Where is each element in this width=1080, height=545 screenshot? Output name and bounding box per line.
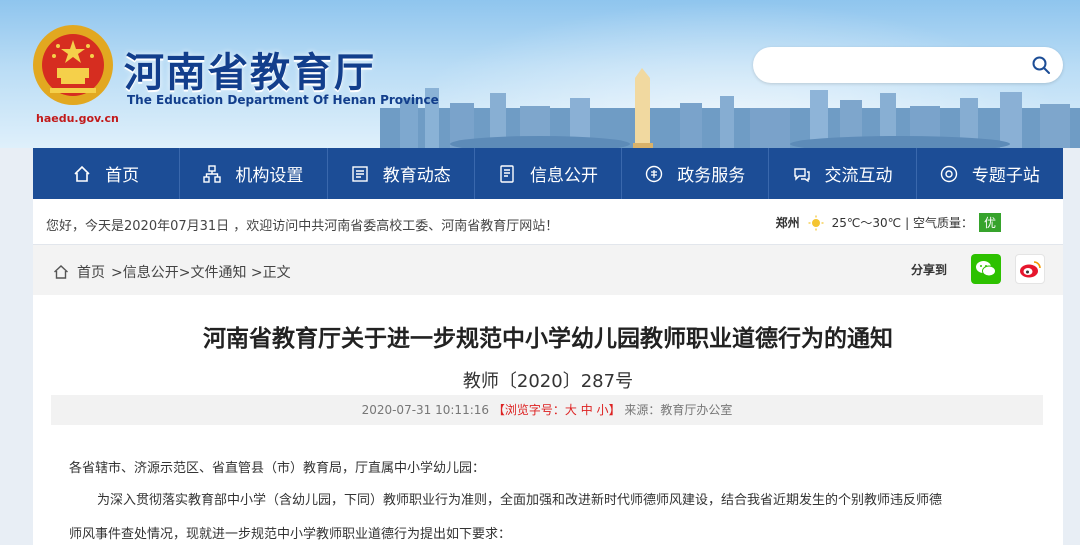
font-size-medium-button[interactable]: 中 — [581, 403, 593, 417]
nav-item-news[interactable]: 教育动态 — [328, 148, 475, 199]
nav-item-interact[interactable]: 交流互动 — [769, 148, 917, 199]
document-icon — [500, 164, 514, 183]
nav-item-label: 政务服务 — [677, 166, 746, 186]
nav-item-label: 信息公开 — [529, 166, 598, 186]
nav-item-label: 专题子站 — [971, 166, 1040, 186]
breadcrumb: 首页 >信息公开>文件通知 >正文 — [53, 262, 291, 282]
font-size-controls: 【浏览字号：大 中 小】 — [493, 403, 625, 417]
weather-temperature: 25℃～30℃ — [831, 216, 902, 230]
nav-item-topics[interactable]: 专题子站 — [917, 148, 1063, 199]
home-icon — [54, 265, 68, 279]
article-source: 来源：教育厅办公室 — [624, 403, 733, 417]
nav-item-label: 交流互动 — [824, 166, 893, 186]
national-emblem-logo — [33, 25, 113, 105]
news-icon — [352, 165, 368, 182]
site-domain: haedu.gov.cn — [36, 112, 119, 125]
org-chart-icon — [203, 164, 222, 183]
wechat-icon — [976, 261, 996, 277]
breadcrumb-home-link[interactable]: 首页 — [77, 262, 105, 282]
article-paragraph: 为深入贯彻落实教育部中小学（含幼儿园，下同）教师职业行为准则，全面加强和改进新时… — [97, 493, 943, 508]
nav-item-label: 机构设置 — [235, 166, 304, 186]
weibo-icon — [1020, 261, 1041, 278]
nav-item-home[interactable]: 首页 — [33, 148, 181, 199]
service-icon — [646, 165, 663, 182]
search-icon[interactable] — [1031, 55, 1051, 75]
chat-icon — [793, 167, 810, 182]
article-meta: 2020-07-31 10:11:16 【浏览字号：大 中 小】 来源：教育厅办… — [51, 395, 1043, 425]
article-title: 河南省教育厅关于进一步规范中小学幼儿园教师职业道德行为的通知 — [203, 326, 893, 352]
article-paragraph: 师风事件查处情况，现就进一步规范中小学教师职业道德行为提出如下要求： — [69, 527, 512, 542]
weather-widget: 郑州 25℃～30℃ | 空气质量： 优 — [776, 213, 1001, 232]
air-quality-badge: 优 — [978, 213, 1001, 232]
air-quality-label: | 空气质量： — [905, 216, 973, 230]
topic-icon — [940, 165, 958, 182]
wechat-share-button[interactable] — [971, 254, 1001, 284]
weather-city: 郑州 — [775, 216, 800, 230]
main-nav: 首页 机构设置 教育动态 信息公开 政务服务 交流互动 专题子站 — [33, 148, 1063, 199]
share-widget: 分享到 — [911, 254, 1045, 284]
nav-item-service[interactable]: 政务服务 — [622, 148, 770, 199]
search-box — [753, 47, 1063, 83]
search-input[interactable] — [769, 55, 1019, 75]
font-size-close: 】 — [608, 403, 621, 417]
sun-icon — [808, 215, 824, 230]
share-label: 分享到 — [910, 262, 947, 277]
weibo-share-button[interactable] — [1015, 254, 1045, 284]
breadcrumb-bar: 首页 >信息公开>文件通知 >正文 分享到 — [33, 245, 1063, 295]
nav-item-label: 教育动态 — [382, 166, 451, 186]
nav-item-info[interactable]: 信息公开 — [475, 148, 623, 199]
font-size-small-button[interactable]: 小 — [597, 403, 609, 417]
article-date: 2020-07-31 10:11:16 — [361, 403, 490, 417]
site-subtitle: The Education Department Of Henan Provin… — [127, 93, 439, 107]
font-size-label: 【浏览字号： — [492, 403, 565, 417]
site-header: haedu.gov.cn 河南省教育厅 The Education Depart… — [0, 0, 1080, 148]
home-icon — [74, 165, 90, 182]
article-panel: 河南省教育厅关于进一步规范中小学幼儿园教师职业道德行为的通知 教师〔2020〕2… — [33, 295, 1063, 545]
greeting-bar: 您好，今天是2020年07月31日 ，欢迎访问中共河南省委高校工委、河南省教育厅… — [33, 199, 1063, 245]
font-size-large-button[interactable]: 大 — [565, 403, 577, 417]
site-title[interactable]: 河南省教育厅 — [124, 40, 376, 98]
breadcrumb-path[interactable]: >信息公开>文件通知 >正文 — [111, 262, 291, 282]
nav-item-org[interactable]: 机构设置 — [180, 148, 328, 199]
greeting-text: 您好，今天是2020年07月31日 ，欢迎访问中共河南省委高校工委、河南省教育厅… — [46, 219, 559, 234]
nav-item-label: 首页 — [105, 166, 140, 186]
article-paragraph: 各省辖市、济源示范区、省直管县（市）教育局，厅直属中小学幼儿园： — [69, 461, 486, 476]
document-number: 教师〔2020〕287号 — [462, 371, 634, 392]
